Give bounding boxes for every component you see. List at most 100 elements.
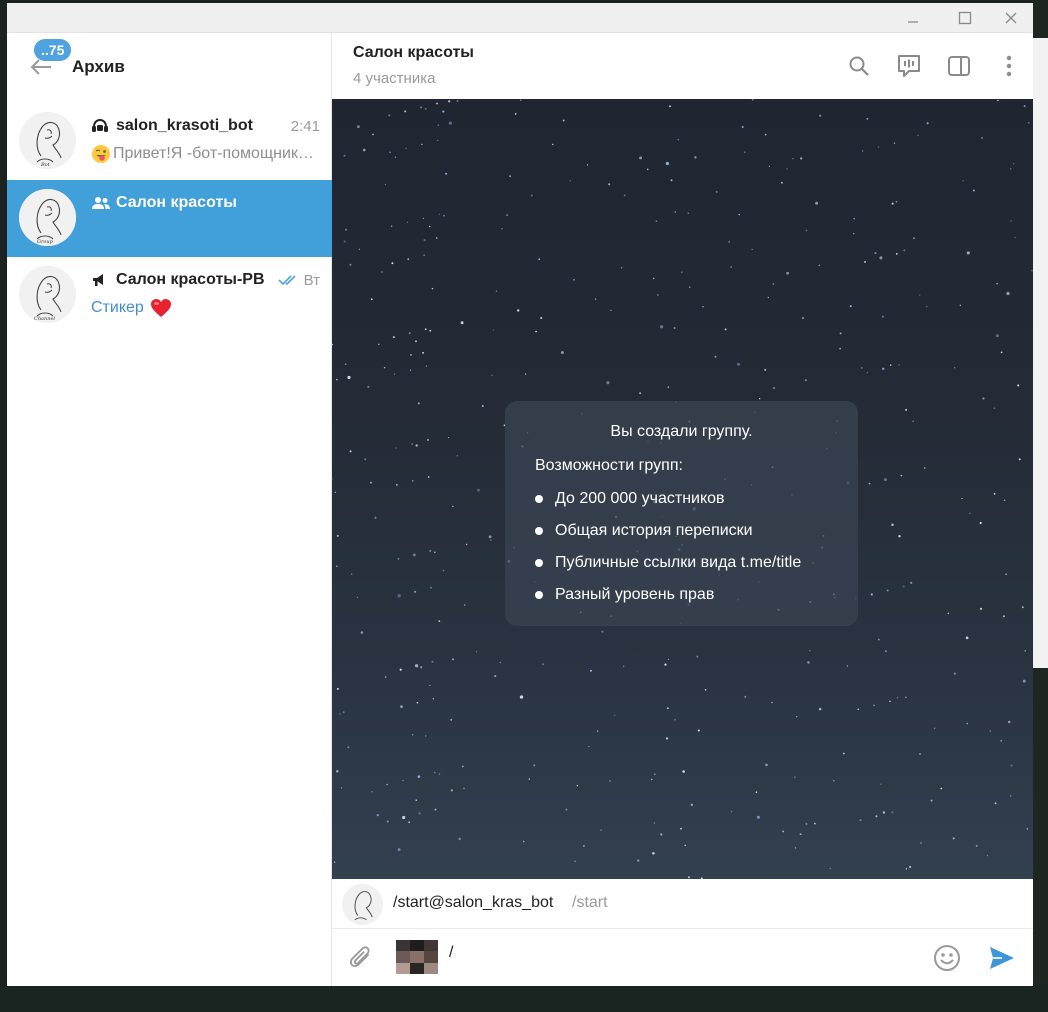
star: [953, 366, 956, 369]
star: [687, 876, 690, 879]
star: [680, 827, 682, 830]
star: [411, 480, 414, 482]
star: [846, 665, 849, 667]
star: [408, 332, 411, 334]
maximize-button[interactable]: [941, 3, 989, 33]
chat-title[interactable]: Салон красоты: [353, 44, 474, 62]
star: [885, 650, 887, 652]
star: [807, 661, 810, 664]
star: [588, 745, 590, 748]
star: [383, 366, 386, 369]
star: [528, 778, 530, 780]
star: [639, 156, 643, 160]
star: [530, 194, 533, 197]
star: [491, 374, 493, 377]
chat-list-item-bot[interactable]: Bot salon_krasoti_bot 2:41 Привет!Я -бот…: [7, 103, 332, 180]
star: [895, 200, 898, 203]
star: [356, 596, 359, 599]
bot-icon: [91, 118, 111, 134]
star: [370, 481, 372, 484]
chat-list-item-group-active[interactable]: Group Салон красоты: [7, 180, 332, 257]
star: [891, 811, 894, 814]
star: [728, 241, 730, 243]
star: [417, 775, 421, 778]
star: [704, 689, 707, 691]
star: [694, 156, 697, 159]
sketch-avatar-icon: Group: [19, 189, 76, 246]
star: [677, 138, 680, 141]
star: [744, 695, 747, 698]
feature-item: Публичные ссылки вида t.me/title: [535, 554, 801, 572]
star: [560, 351, 564, 354]
star: [870, 593, 873, 596]
star: [608, 183, 611, 186]
star: [755, 791, 758, 793]
attach-button[interactable]: [344, 941, 378, 975]
star: [460, 321, 464, 325]
star: [344, 363, 347, 366]
star: [429, 684, 431, 687]
star: [780, 181, 783, 184]
avatar: Group: [19, 189, 76, 246]
star: [652, 851, 655, 855]
star: [451, 658, 455, 661]
sidebar-toggle-button[interactable]: [943, 50, 975, 82]
star: [391, 262, 394, 265]
search-button[interactable]: [843, 50, 875, 82]
star: [562, 119, 565, 122]
minimize-button[interactable]: [889, 3, 937, 33]
star: [815, 201, 818, 205]
star: [930, 799, 933, 802]
star: [414, 664, 419, 668]
star: [792, 157, 794, 160]
star: [926, 305, 928, 308]
star: [347, 375, 351, 380]
star: [586, 164, 589, 166]
send-button[interactable]: [984, 941, 1020, 975]
svg-text:Bot: Bot: [40, 162, 51, 168]
star: [972, 189, 975, 192]
star: [463, 787, 465, 790]
star: [433, 551, 436, 554]
star: [342, 711, 345, 714]
member-count[interactable]: 4 участника: [353, 70, 435, 87]
star: [372, 133, 374, 136]
chat-main-area: Салон красоты 4 участника Вы создали гру…: [332, 33, 1033, 986]
group-icon: [91, 195, 111, 211]
emoji-button[interactable]: [930, 941, 964, 975]
star: [622, 665, 625, 667]
bullet-icon: [535, 527, 543, 535]
star: [458, 837, 461, 841]
star: [465, 543, 468, 546]
star: [494, 675, 497, 678]
star: [868, 482, 871, 485]
bullet-icon: [535, 559, 543, 567]
more-menu-button[interactable]: [993, 50, 1025, 82]
star: [653, 822, 655, 824]
star: [1026, 828, 1029, 830]
star: [364, 458, 367, 461]
close-window-button[interactable]: [987, 3, 1033, 33]
star: [818, 264, 821, 267]
star: [920, 842, 922, 844]
bot-command-description: /start: [572, 894, 608, 911]
star: [406, 221, 409, 223]
star: [814, 822, 816, 825]
feature-item: Общая история переписки: [535, 522, 753, 540]
bot-command-suggestion[interactable]: /start@salon_kras_bot /start: [332, 879, 1033, 929]
star: [889, 700, 891, 703]
message-input[interactable]: /: [449, 944, 453, 962]
star: [402, 815, 406, 820]
chat-list-item-channel[interactable]: Channel Салон красоты-РВ Вт Стикер: [7, 257, 332, 334]
star: [538, 258, 541, 261]
send-as-avatar[interactable]: [396, 940, 438, 974]
star: [786, 271, 789, 275]
star: [339, 713, 341, 715]
star: [438, 773, 441, 775]
star: [356, 125, 360, 129]
star: [395, 447, 397, 449]
voice-chat-button[interactable]: [893, 50, 925, 82]
star: [986, 854, 989, 857]
star: [660, 833, 663, 836]
star: [1010, 220, 1012, 222]
